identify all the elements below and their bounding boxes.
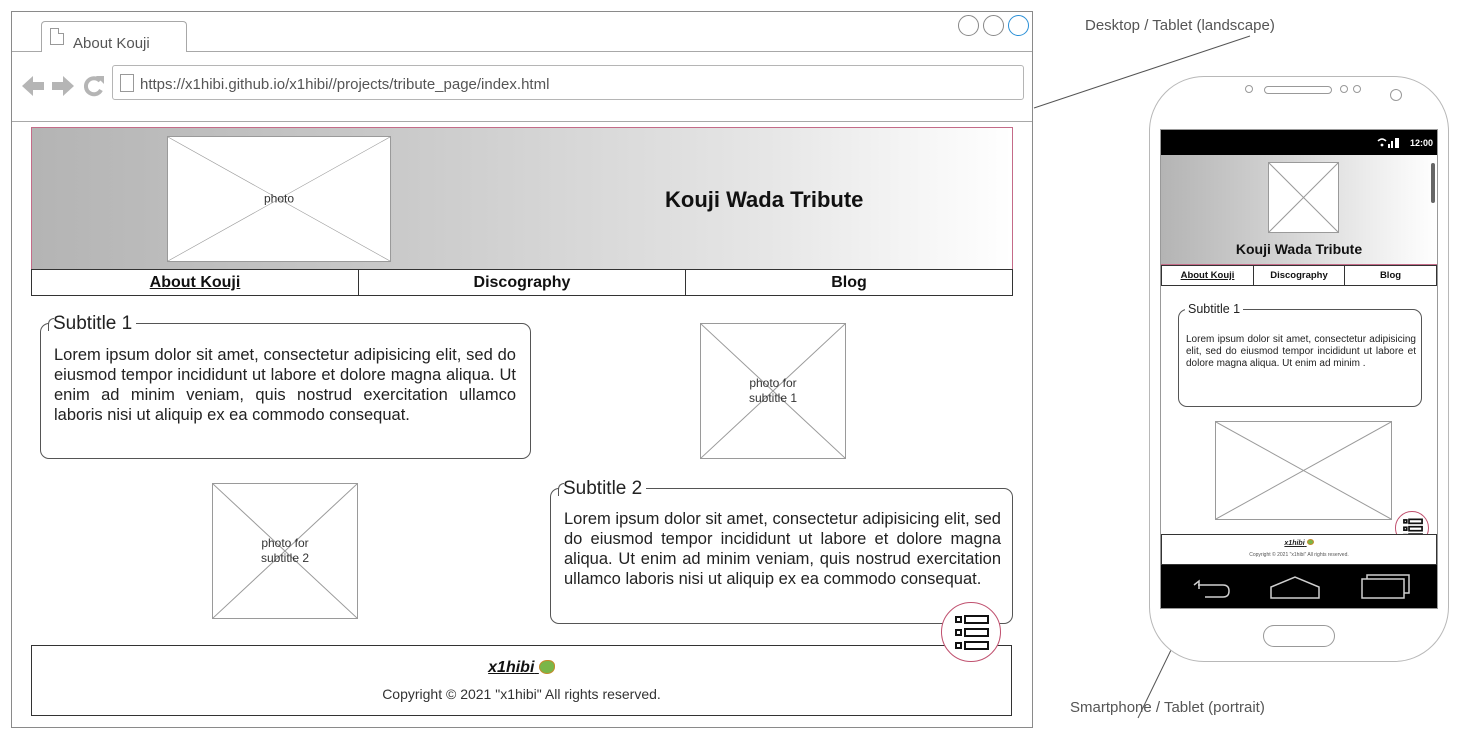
mobile-nav-item-about[interactable]: About Kouji: [1162, 266, 1254, 285]
mobile-footer-copyright: Copyright © 2021 "x1hibi" All rights res…: [1249, 552, 1349, 558]
mobile-section-photo-placeholder: [1215, 421, 1392, 520]
mobile-footer-brand-link[interactable]: x1hibi: [1162, 539, 1436, 547]
desktop-label: Desktop / Tablet (landscape): [1085, 17, 1275, 34]
mobile-header: Kouji Wada Tribute: [1161, 155, 1437, 265]
mobile-page-title: Kouji Wada Tribute: [1235, 241, 1363, 257]
mobile-nav-item-discography[interactable]: Discography: [1254, 266, 1345, 285]
sensor-dot: [1353, 85, 1361, 93]
mobile-label: Smartphone / Tablet (portrait): [1070, 699, 1265, 716]
android-nav-bar: [1161, 565, 1437, 608]
wifi-signal-battery-icon: [1377, 137, 1399, 150]
recent-apps-icon: [1361, 574, 1410, 599]
mobile-section-1-box: Subtitle 1 Lorem ipsum dolor sit amet, c…: [1178, 302, 1422, 407]
sensor-dot: [1340, 85, 1348, 93]
phone-screen: 12:00 Kouji Wada Tribute About Kouji Dis…: [1160, 129, 1438, 609]
mobile-footer: x1hibi Copyright © 2021 "x1hibi" All rig…: [1161, 534, 1437, 565]
scrollbar-thumb[interactable]: [1431, 163, 1435, 203]
mobile-nav-item-blog[interactable]: Blog: [1345, 266, 1436, 285]
front-camera: [1390, 89, 1402, 101]
status-bar: 12:00: [1161, 130, 1437, 155]
mobile-header-photo-placeholder: [1268, 162, 1339, 233]
home-button[interactable]: [1263, 625, 1335, 647]
sensor-dot: [1245, 85, 1253, 93]
mobile-section-1-text: Lorem ipsum dolor sit amet, consectetur …: [1186, 334, 1416, 369]
speaker-grille: [1264, 86, 1332, 94]
status-clock: 12:00: [1409, 138, 1433, 148]
back-icon: [1193, 579, 1230, 598]
mobile-section-1-title: Subtitle 1: [1185, 302, 1244, 316]
mobile-nav-bar: About Kouji Discography Blog: [1161, 265, 1437, 286]
home-icon: [1270, 576, 1320, 599]
parrot-icon: [1306, 539, 1314, 545]
